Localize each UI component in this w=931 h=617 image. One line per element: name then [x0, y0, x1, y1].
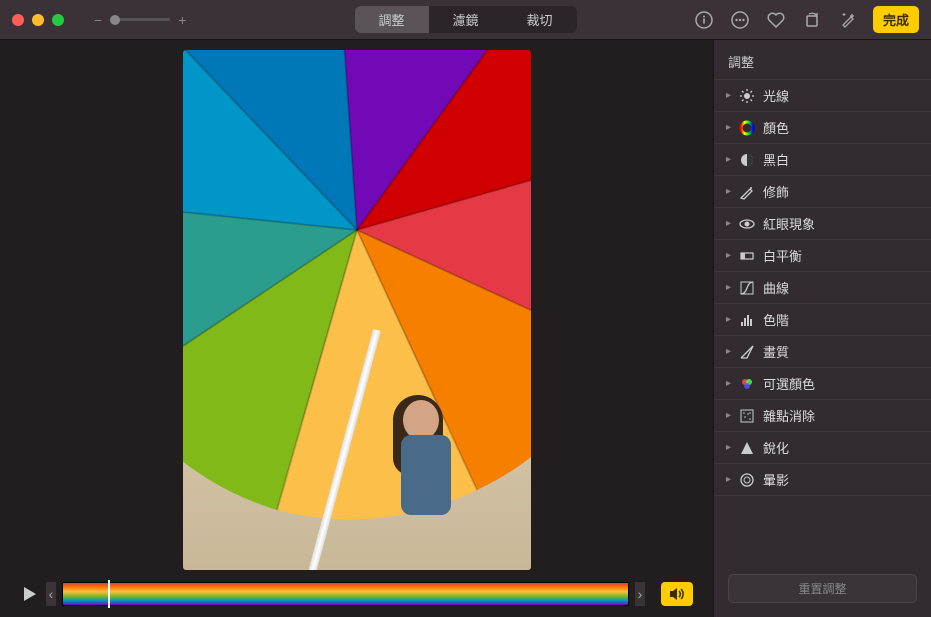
adjustment-sharpen[interactable]: ▸ 銳化: [714, 432, 931, 464]
window-controls: [12, 14, 64, 26]
toolbar-right: 完成: [693, 6, 919, 33]
photo-preview: [183, 50, 531, 570]
edit-mode-tabs: 調整 濾鏡 裁切: [354, 6, 576, 33]
rotate-icon[interactable]: [801, 9, 823, 31]
chevron-right-icon: ▸: [726, 90, 731, 101]
sidebar-header: 調整: [714, 40, 931, 80]
adjustment-label: 畫質: [763, 342, 789, 361]
color-icon: [739, 120, 755, 136]
trim-end-handle[interactable]: ›: [635, 582, 645, 606]
play-button[interactable]: [20, 584, 40, 604]
fullscreen-window-button[interactable]: [52, 14, 64, 26]
adjustment-label: 黑白: [763, 150, 789, 169]
vignette-icon: [739, 472, 755, 488]
chevron-right-icon: ▸: [726, 410, 731, 421]
adjustment-wb[interactable]: ▸ 白平衡: [714, 240, 931, 272]
wb-icon: [739, 248, 755, 264]
adjust-sidebar: 調整 ▸ 光線 ▸ 顏色 ▸ 黑白 ▸ 修飾 ▸ 紅眼現象 ▸ 白平衡 ▸ 曲線 ▸ 色階 ▸ 畫質 ▸ 可選顏色 ▸ 雜…: [713, 40, 931, 617]
trim-start-handle[interactable]: ‹: [46, 582, 56, 606]
adjustment-curves[interactable]: ▸ 曲線: [714, 272, 931, 304]
adjustment-noise[interactable]: ▸ 雜點消除: [714, 400, 931, 432]
auto-enhance-icon[interactable]: [837, 9, 859, 31]
adjustment-color[interactable]: ▸ 顏色: [714, 112, 931, 144]
canvas-area: ‹ ›: [0, 40, 713, 617]
main-area: ‹ › 調整 ▸ 光線 ▸ 顏色 ▸ 黑白 ▸ 修飾 ▸ 紅眼現象 ▸ 白平衡 ▸ 曲線 ▸ 色階 ▸ 畫質 ▸ 可選…: [0, 40, 931, 617]
tab-crop[interactable]: 裁切: [503, 6, 577, 33]
zoom-control: − +: [94, 12, 186, 28]
adjustment-bw[interactable]: ▸ 黑白: [714, 144, 931, 176]
favorite-icon[interactable]: [765, 9, 787, 31]
curves-icon: [739, 280, 755, 296]
adjustment-levels[interactable]: ▸ 色階: [714, 304, 931, 336]
adjustment-label: 紅眼現象: [763, 214, 815, 233]
adjustment-label: 修飾: [763, 182, 789, 201]
sharpen-icon: [739, 440, 755, 456]
noise-icon: [739, 408, 755, 424]
adjustment-retouch[interactable]: ▸ 修飾: [714, 176, 931, 208]
more-icon[interactable]: [729, 9, 751, 31]
zoom-slider[interactable]: [110, 18, 170, 21]
definition-icon: [739, 344, 755, 360]
frame-strip[interactable]: [62, 582, 629, 606]
chevron-right-icon: ▸: [726, 442, 731, 453]
adjustment-label: 白平衡: [763, 246, 802, 265]
titlebar: − + 調整 濾鏡 裁切 完成: [0, 0, 931, 40]
adjustment-label: 暈影: [763, 470, 789, 489]
adjustment-definition[interactable]: ▸ 畫質: [714, 336, 931, 368]
selcolor-icon: [739, 376, 755, 392]
light-icon: [739, 88, 755, 104]
zoom-in-icon[interactable]: +: [178, 12, 186, 28]
adjustment-redeye[interactable]: ▸ 紅眼現象: [714, 208, 931, 240]
levels-icon: [739, 312, 755, 328]
chevron-right-icon: ▸: [726, 378, 731, 389]
audio-button[interactable]: [661, 582, 693, 606]
info-icon[interactable]: [693, 9, 715, 31]
adjustment-label: 曲線: [763, 278, 789, 297]
adjustment-label: 色階: [763, 310, 789, 329]
playhead[interactable]: [108, 580, 110, 608]
chevron-right-icon: ▸: [726, 250, 731, 261]
adjustment-selcolor[interactable]: ▸ 可選顏色: [714, 368, 931, 400]
video-timeline: ‹ ›: [0, 580, 713, 607]
tab-filters[interactable]: 濾鏡: [428, 6, 502, 33]
adjustment-label: 可選顏色: [763, 374, 815, 393]
chevron-right-icon: ▸: [726, 218, 731, 229]
chevron-right-icon: ▸: [726, 282, 731, 293]
tab-adjust[interactable]: 調整: [354, 6, 428, 33]
chevron-right-icon: ▸: [726, 186, 731, 197]
chevron-right-icon: ▸: [726, 122, 731, 133]
zoom-out-icon[interactable]: −: [94, 12, 102, 28]
adjustment-label: 雜點消除: [763, 406, 815, 425]
chevron-right-icon: ▸: [726, 314, 731, 325]
adjustment-light[interactable]: ▸ 光線: [714, 80, 931, 112]
retouch-icon: [739, 184, 755, 200]
adjustment-vignette[interactable]: ▸ 暈影: [714, 464, 931, 496]
adjustment-list: ▸ 光線 ▸ 顏色 ▸ 黑白 ▸ 修飾 ▸ 紅眼現象 ▸ 白平衡 ▸ 曲線 ▸ 色階 ▸ 畫質 ▸ 可選顏色 ▸ 雜點消除…: [714, 80, 931, 564]
chevron-right-icon: ▸: [726, 346, 731, 357]
done-button[interactable]: 完成: [873, 6, 919, 33]
chevron-right-icon: ▸: [726, 474, 731, 485]
reset-adjustments-button[interactable]: 重置調整: [728, 574, 917, 603]
minimize-window-button[interactable]: [32, 14, 44, 26]
adjustment-label: 光線: [763, 86, 789, 105]
close-window-button[interactable]: [12, 14, 24, 26]
adjustment-label: 銳化: [763, 438, 789, 457]
redeye-icon: [739, 216, 755, 232]
adjustment-label: 顏色: [763, 118, 789, 137]
chevron-right-icon: ▸: [726, 154, 731, 165]
bw-icon: [739, 152, 755, 168]
photo-canvas[interactable]: [0, 40, 713, 580]
